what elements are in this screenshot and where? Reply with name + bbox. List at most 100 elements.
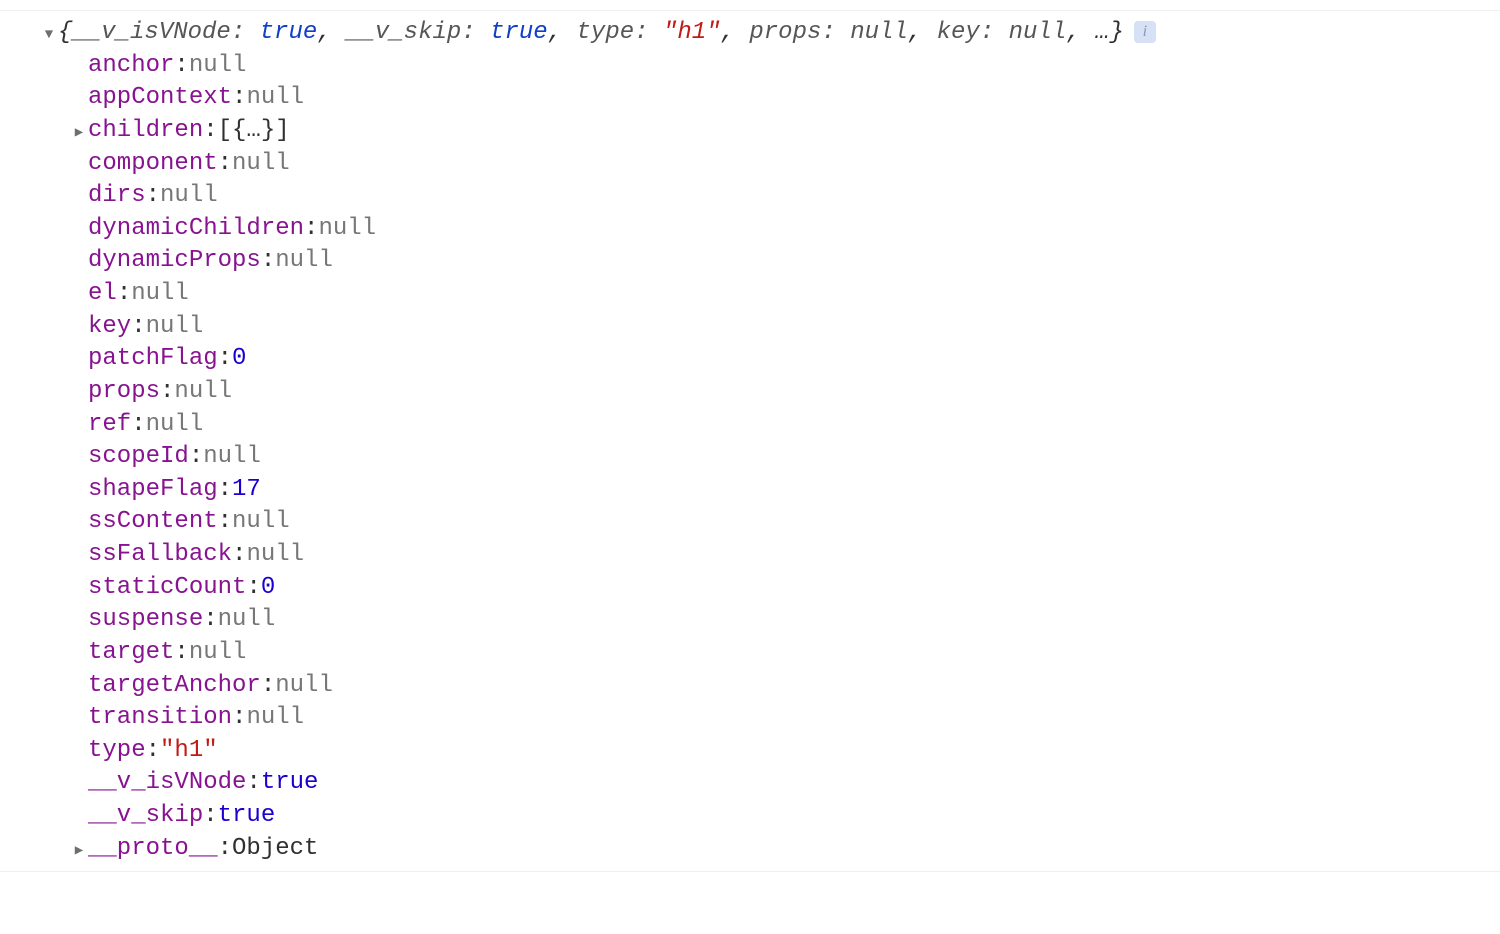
- object-property-row[interactable]: __proto__: Object: [0, 833, 1500, 866]
- property-key: targetAnchor: [88, 670, 261, 703]
- property-key: dirs: [88, 180, 146, 213]
- object-property-row[interactable]: anchor: null: [0, 50, 1500, 83]
- object-summary-row[interactable]: {__v_isVNode: true, __v_skip: true, type…: [0, 17, 1500, 50]
- console-object-dump: {__v_isVNode: true, __v_skip: true, type…: [0, 10, 1500, 872]
- property-value: null: [246, 82, 304, 115]
- property-value: Object: [232, 833, 318, 866]
- colon-separator: :: [131, 311, 145, 344]
- colon-separator: :: [203, 800, 217, 833]
- object-property-row[interactable]: transition: null: [0, 702, 1500, 735]
- property-key: target: [88, 637, 174, 670]
- property-value: null: [160, 180, 218, 213]
- property-value: null: [146, 409, 204, 442]
- object-property-row[interactable]: ssContent: null: [0, 506, 1500, 539]
- colon-separator: :: [261, 670, 275, 703]
- property-key: type: [88, 735, 146, 768]
- colon-separator: :: [174, 637, 188, 670]
- property-key: dynamicChildren: [88, 213, 304, 246]
- property-key: children: [88, 115, 203, 148]
- property-value: 17: [232, 474, 261, 507]
- colon-separator: :: [246, 767, 260, 800]
- property-value: null: [203, 441, 261, 474]
- object-property-row[interactable]: ref: null: [0, 409, 1500, 442]
- property-value: true: [261, 767, 319, 800]
- property-key: el: [88, 278, 117, 311]
- property-key: ssFallback: [88, 539, 232, 572]
- disclosure-triangle-down-icon[interactable]: [42, 22, 56, 46]
- property-key: props: [88, 376, 160, 409]
- object-property-row[interactable]: props: null: [0, 376, 1500, 409]
- property-value: null: [232, 506, 290, 539]
- object-property-row[interactable]: type: "h1": [0, 735, 1500, 768]
- colon-separator: :: [160, 376, 174, 409]
- object-property-row[interactable]: component: null: [0, 148, 1500, 181]
- colon-separator: :: [146, 735, 160, 768]
- object-property-row[interactable]: __v_isVNode: true: [0, 767, 1500, 800]
- colon-separator: :: [131, 409, 145, 442]
- property-key: suspense: [88, 604, 203, 637]
- property-value: 0: [261, 572, 275, 605]
- property-key: scopeId: [88, 441, 189, 474]
- property-value: 0: [232, 343, 246, 376]
- object-summary-text: {__v_isVNode: true, __v_skip: true, type…: [58, 17, 1124, 50]
- property-value: null: [174, 376, 232, 409]
- property-key: ref: [88, 409, 131, 442]
- disclosure-triangle-right-icon[interactable]: [72, 838, 86, 862]
- colon-separator: :: [146, 180, 160, 213]
- property-value: null: [275, 670, 333, 703]
- property-key: staticCount: [88, 572, 246, 605]
- property-key: __v_skip: [88, 800, 203, 833]
- colon-separator: :: [218, 833, 232, 866]
- object-property-row[interactable]: children: [{…}]: [0, 115, 1500, 148]
- property-key: __v_isVNode: [88, 767, 246, 800]
- colon-separator: :: [232, 702, 246, 735]
- object-property-row[interactable]: suspense: null: [0, 604, 1500, 637]
- colon-separator: :: [218, 474, 232, 507]
- property-key: ssContent: [88, 506, 218, 539]
- info-icon[interactable]: i: [1134, 21, 1156, 43]
- property-value: null: [318, 213, 376, 246]
- property-value: null: [131, 278, 189, 311]
- object-property-row[interactable]: __v_skip: true: [0, 800, 1500, 833]
- property-value: null: [246, 539, 304, 572]
- property-key: appContext: [88, 82, 232, 115]
- property-value: null: [189, 50, 247, 83]
- object-property-row[interactable]: key: null: [0, 311, 1500, 344]
- object-property-row[interactable]: targetAnchor: null: [0, 670, 1500, 703]
- property-key: shapeFlag: [88, 474, 218, 507]
- object-property-row[interactable]: patchFlag: 0: [0, 343, 1500, 376]
- property-value: [{…}]: [218, 115, 290, 148]
- property-value: null: [246, 702, 304, 735]
- property-key: key: [88, 311, 131, 344]
- object-property-row[interactable]: ssFallback: null: [0, 539, 1500, 572]
- object-property-row[interactable]: dirs: null: [0, 180, 1500, 213]
- colon-separator: :: [261, 245, 275, 278]
- property-value: null: [275, 245, 333, 278]
- property-key: transition: [88, 702, 232, 735]
- colon-separator: :: [218, 343, 232, 376]
- object-property-row[interactable]: scopeId: null: [0, 441, 1500, 474]
- object-property-row[interactable]: shapeFlag: 17: [0, 474, 1500, 507]
- colon-separator: :: [232, 539, 246, 572]
- property-value: true: [218, 800, 276, 833]
- property-value: null: [146, 311, 204, 344]
- property-value: "h1": [160, 735, 218, 768]
- object-property-row[interactable]: staticCount: 0: [0, 572, 1500, 605]
- colon-separator: :: [203, 604, 217, 637]
- object-property-row[interactable]: dynamicChildren: null: [0, 213, 1500, 246]
- property-key: anchor: [88, 50, 174, 83]
- disclosure-triangle-right-icon[interactable]: [72, 120, 86, 144]
- property-value: null: [232, 148, 290, 181]
- property-value: null: [218, 604, 276, 637]
- object-property-row[interactable]: appContext: null: [0, 82, 1500, 115]
- property-value: null: [189, 637, 247, 670]
- property-key: patchFlag: [88, 343, 218, 376]
- colon-separator: :: [189, 441, 203, 474]
- colon-separator: :: [203, 115, 217, 148]
- colon-separator: :: [232, 82, 246, 115]
- object-property-row[interactable]: dynamicProps: null: [0, 245, 1500, 278]
- object-property-row[interactable]: el: null: [0, 278, 1500, 311]
- colon-separator: :: [174, 50, 188, 83]
- object-property-row[interactable]: target: null: [0, 637, 1500, 670]
- property-key: dynamicProps: [88, 245, 261, 278]
